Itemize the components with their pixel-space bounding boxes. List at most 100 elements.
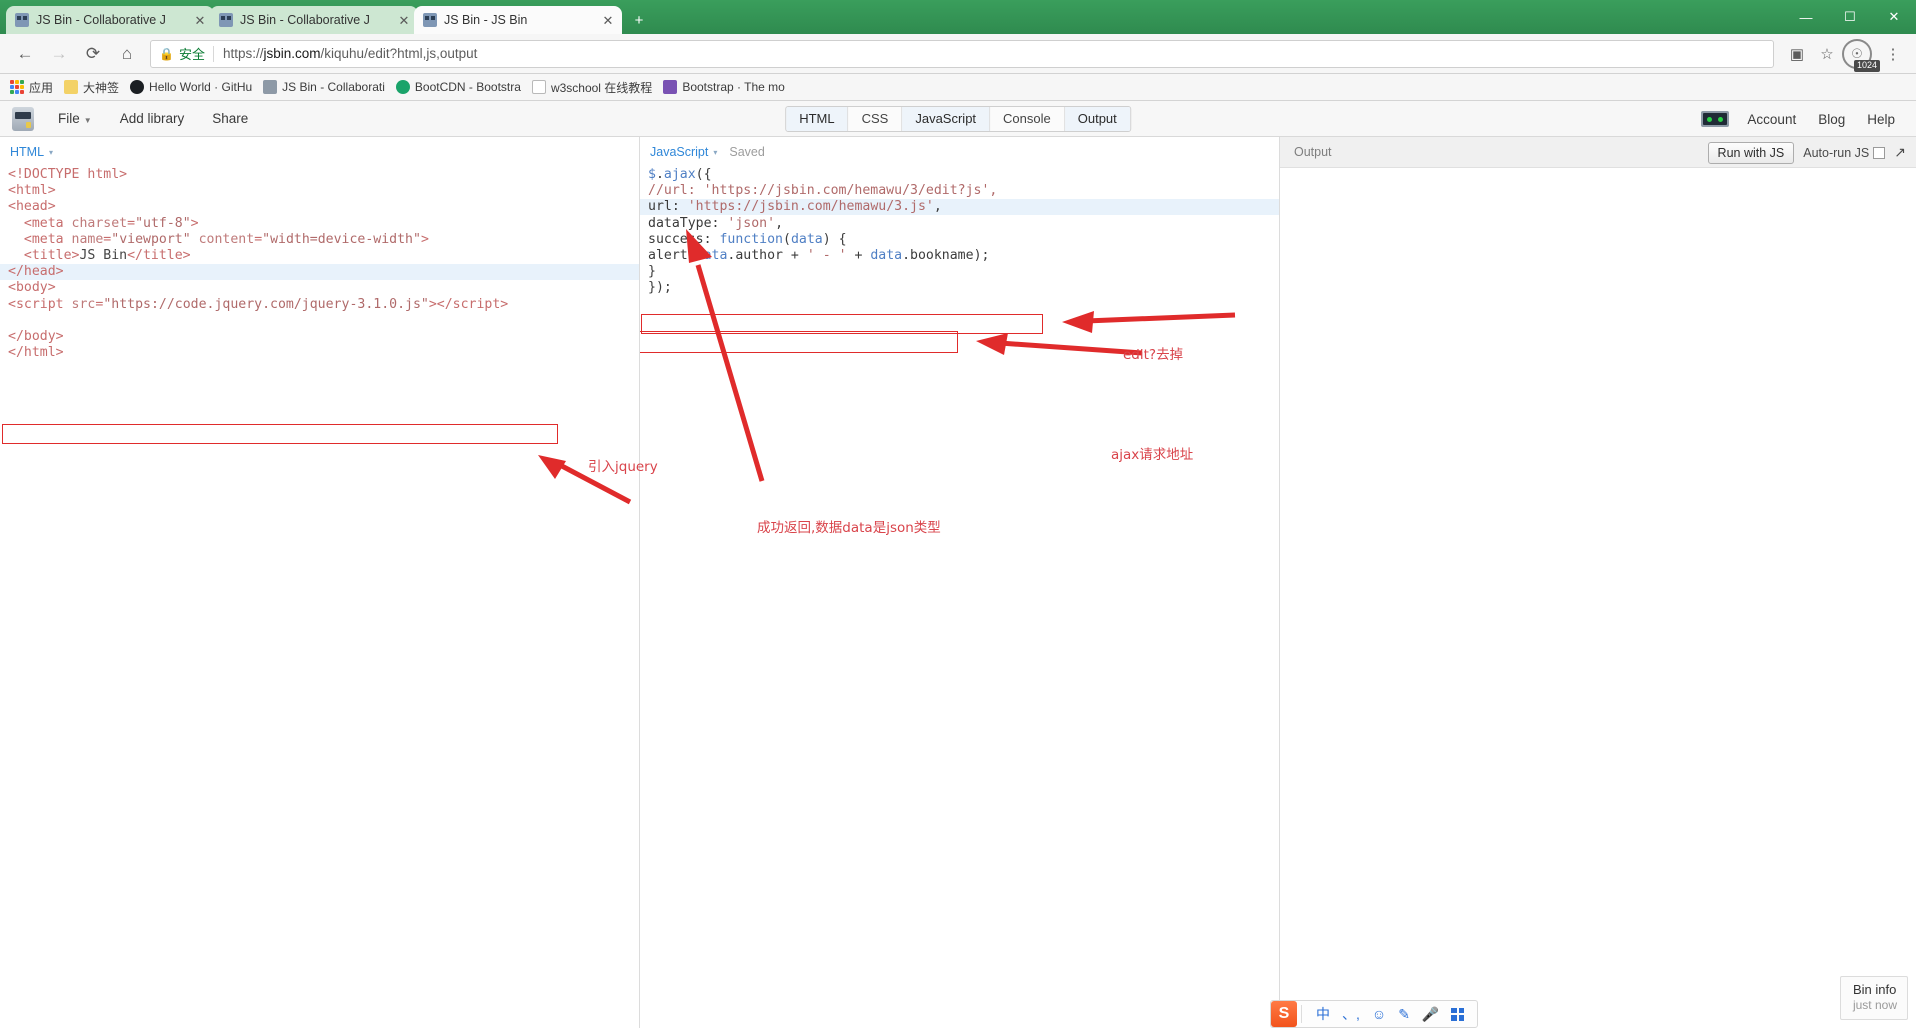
forward-icon[interactable]: →: [42, 39, 76, 69]
annotation-arrow-edit-remove: [1062, 311, 1236, 333]
menu-file[interactable]: File ▼: [44, 111, 106, 126]
run-with-js-button[interactable]: Run with JS: [1707, 141, 1795, 164]
bootcdn-icon: [395, 80, 410, 94]
tab-output[interactable]: Output: [1064, 106, 1130, 131]
maximize-button[interactable]: ☐: [1828, 0, 1872, 34]
ime-language-icon[interactable]: 中: [1310, 1004, 1336, 1024]
annotation-box-active-url: [640, 331, 958, 353]
tab-strip: JS Bin - Collaborative J ✕ JS Bin - Coll…: [0, 0, 1916, 34]
bookmark-label: w3school 在线教程: [550, 80, 653, 95]
bin-info-subtitle: just now: [1852, 998, 1897, 1012]
address-bar-url: https://jsbin.com/kiquhu/edit?html,js,ou…: [223, 46, 477, 61]
bin-info-panel[interactable]: Bin info just now: [1839, 976, 1908, 1020]
js-panel-label-text: JavaScript: [650, 145, 709, 159]
ime-apps-icon[interactable]: [1445, 1007, 1470, 1021]
bookmark-label: Hello World · GitHu: [149, 80, 253, 94]
ime-toolbar[interactable]: S 中 、, ☺ ✎ 🎤: [1270, 1000, 1479, 1028]
annotation-jquery-text: 引入jquery: [588, 459, 658, 475]
bookmark-apps[interactable]: 应用: [6, 77, 60, 98]
annotation-edit-remove-text: edit?去掉: [1123, 347, 1184, 363]
close-icon[interactable]: ✕: [396, 12, 412, 28]
page-icon: [531, 80, 546, 94]
ime-emoji-icon[interactable]: ☺: [1366, 1006, 1392, 1022]
minimize-button[interactable]: —: [1784, 0, 1828, 34]
browser-tab-1[interactable]: JS Bin - Collaborative J ✕: [6, 6, 214, 34]
menu-share[interactable]: Share: [198, 111, 262, 126]
chevron-down-icon[interactable]: ▾: [49, 148, 53, 157]
auto-run-js-text: Auto-run JS: [1803, 145, 1870, 160]
ime-punctuation-icon[interactable]: 、,: [1336, 1004, 1366, 1024]
jsbin-logo-icon[interactable]: [12, 106, 34, 131]
reload-icon[interactable]: ⟳: [76, 39, 110, 69]
back-icon[interactable]: ←: [8, 39, 42, 69]
window-controls: — ☐ ✕: [1784, 0, 1916, 34]
header-link-blog[interactable]: Blog: [1807, 112, 1856, 127]
bookmark-item-4[interactable]: BootCDN - Bootstra: [392, 77, 528, 98]
browser-tab-title: JS Bin - JS Bin: [444, 13, 528, 27]
ime-divider: [1301, 1005, 1302, 1023]
tab-javascript[interactable]: JavaScript: [902, 106, 991, 131]
jsbin-favicon: [263, 80, 278, 94]
github-icon: [130, 80, 145, 94]
bookmark-item-2[interactable]: Hello World · GitHu: [126, 77, 259, 98]
annotation-arrow-ajax-url: [976, 333, 1143, 356]
menu-file-label: File: [58, 111, 80, 126]
close-icon[interactable]: ✕: [192, 12, 208, 28]
browser-tab-2[interactable]: JS Bin - Collaborative J ✕: [210, 6, 418, 34]
chevron-down-icon: ▼: [83, 116, 92, 125]
close-icon[interactable]: ✕: [600, 12, 616, 28]
home-icon[interactable]: ⌂: [110, 39, 144, 69]
html-code-editor[interactable]: <!DOCTYPE html> <html> <head> <meta charse…: [0, 167, 639, 361]
bookmark-item-3[interactable]: JS Bin - Collaborati: [259, 77, 392, 98]
jsbin-robot-icon: [1701, 111, 1730, 127]
output-controls: Run with JS Auto-run JS ↗: [1707, 137, 1906, 168]
bookmarks-bar: 应用 大神签 Hello World · GitHu JS Bin - Coll…: [0, 60, 1916, 101]
output-panel-label-text: Output: [1294, 145, 1332, 159]
ime-microphone-icon[interactable]: 🎤: [1416, 1006, 1445, 1023]
bookmark-label: JS Bin - Collaborati: [282, 80, 385, 94]
chevron-down-icon[interactable]: ▾: [713, 148, 717, 157]
header-link-account[interactable]: Account: [1736, 112, 1807, 127]
new-tab-button[interactable]: +: [626, 9, 652, 31]
tab-html[interactable]: HTML: [786, 106, 849, 131]
browser-chrome: JS Bin - Collaborative J ✕ JS Bin - Coll…: [0, 0, 1916, 101]
tab-css[interactable]: CSS: [848, 106, 903, 131]
lock-icon: 🔒: [159, 46, 174, 61]
url-path: /kiquhu/edit?html,js,output: [320, 46, 478, 61]
menu-add-library[interactable]: Add library: [106, 111, 199, 126]
browser-tab-title: JS Bin - Collaborative J: [36, 13, 166, 27]
translate-icon[interactable]: ▣: [1782, 39, 1812, 69]
jsbin-header-right: Account Blog Help: [1701, 101, 1906, 137]
js-panel-label[interactable]: JavaScript ▾ Saved: [640, 137, 1279, 167]
ime-pen-icon[interactable]: ✎: [1392, 1006, 1416, 1023]
browser-tab-3[interactable]: JS Bin - JS Bin ✕: [414, 6, 622, 34]
output-panel: Output Run with JS Auto-run JS ↗ Bin inf…: [1280, 137, 1916, 1028]
address-bar[interactable]: 🔒 安全 https://jsbin.com/kiquhu/edit?html,…: [150, 39, 1774, 68]
expand-arrow-icon[interactable]: ↗: [1894, 144, 1906, 161]
omnibox-divider: [212, 45, 214, 62]
auto-run-js-checkbox[interactable]: [1873, 146, 1886, 159]
annotation-box-commented-url: [641, 314, 1043, 334]
browser-toolbar: ← → ⟳ ⌂ 🔒 安全 https://jsbin.com/kiquhu/ed…: [0, 34, 1916, 74]
bookmark-item-5[interactable]: w3school 在线教程: [528, 77, 659, 98]
js-code-editor[interactable]: $.ajax({//url: 'https://jsbin.com/hemawu…: [640, 167, 1279, 297]
bin-info-title: Bin info: [1852, 982, 1897, 997]
header-link-help[interactable]: Help: [1856, 112, 1906, 127]
star-icon[interactable]: ☆: [1812, 39, 1842, 69]
bookmark-item-6[interactable]: Bootstrap · The mo: [659, 77, 792, 98]
javascript-panel: JavaScript ▾ Saved $.ajax({//url: 'https…: [640, 137, 1280, 1028]
html-panel-label-text: HTML: [10, 145, 45, 159]
bookmark-label: 大神签: [83, 80, 120, 95]
jsbin-header: File ▼ Add library Share HTML CSS JavaScr…: [0, 101, 1916, 137]
kebab-menu-icon[interactable]: ⋮: [1878, 39, 1908, 69]
html-panel-label[interactable]: HTML ▾: [0, 137, 639, 167]
sogou-icon[interactable]: S: [1271, 1001, 1297, 1027]
bookmark-label: 应用: [29, 80, 54, 95]
window-close-button[interactable]: ✕: [1872, 0, 1916, 34]
url-scheme: https://: [222, 46, 264, 61]
tab-console[interactable]: Console: [990, 106, 1065, 131]
bookmark-item-1[interactable]: 大神签: [60, 77, 126, 98]
browser-tab-title: JS Bin - Collaborative J: [240, 13, 370, 27]
bookmark-label: Bootstrap · The mo: [682, 80, 785, 94]
jsbin-favicon: [15, 13, 29, 27]
